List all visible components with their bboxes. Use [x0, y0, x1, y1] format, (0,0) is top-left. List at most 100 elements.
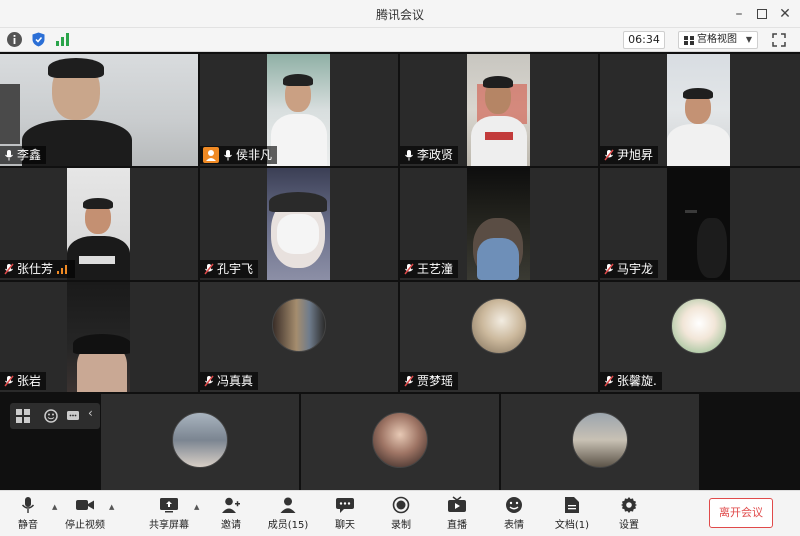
- microphone-muted-icon: [404, 263, 414, 275]
- layout-icon[interactable]: [16, 409, 30, 423]
- docs-button[interactable]: 文档(1): [551, 493, 593, 535]
- stop-video-label: 停止视频: [65, 520, 105, 531]
- info-icon: [7, 32, 22, 47]
- settings-label: 设置: [619, 520, 639, 531]
- participant-name: 孔宇飞: [217, 262, 254, 276]
- participant-name-tag: 孔宇飞: [200, 260, 259, 278]
- participant-name-tag: 尹旭昇: [600, 146, 659, 164]
- avatar: [671, 298, 727, 354]
- participant-name-tag: 李政贤: [400, 146, 459, 164]
- meeting-window: 腾讯会议 – ✕ 06:34 宫格视图 ▼ 李鑫 侯非凡 李政贤 尹旭昇 张仕芳…: [0, 0, 800, 536]
- participant-name: 张岩: [17, 374, 42, 388]
- emoji-icon: [506, 497, 522, 513]
- microphone-muted-icon: [404, 375, 414, 387]
- share-screen-button[interactable]: 共享屏幕: [148, 493, 190, 535]
- layout-controls: ‹: [10, 403, 100, 429]
- stop-video-button[interactable]: 停止视频: [64, 493, 106, 535]
- video-tile[interactable]: 张仕芳: [0, 168, 198, 280]
- title-bar: 腾讯会议 – ✕: [0, 0, 800, 28]
- invite-button[interactable]: 邀请: [214, 493, 248, 535]
- participant-name-tag: 王艺潼: [400, 260, 459, 278]
- participant-name: 李政贤: [417, 148, 454, 162]
- signal-icon: [56, 33, 69, 46]
- live-button[interactable]: 直播: [440, 493, 474, 535]
- chevron-up-icon[interactable]: ▲: [109, 503, 114, 511]
- participant-name-tag: 张岩: [0, 372, 47, 390]
- meeting-timer: 06:34: [623, 31, 665, 49]
- video-tile[interactable]: 张馨旋.: [600, 282, 800, 392]
- info-bar: 06:34 宫格视图 ▼: [0, 28, 800, 52]
- reactions-button[interactable]: 表情: [497, 493, 531, 535]
- participant-name: 贾梦瑶: [417, 374, 454, 388]
- chat-button[interactable]: 聊天: [328, 493, 362, 535]
- docs-label: 文档(1): [554, 520, 590, 531]
- chevron-left-icon[interactable]: ‹: [88, 406, 93, 420]
- bottom-toolbar: 静音 ▲ 停止视频 ▲ 共享屏幕 ▲ 邀请 成员(15) 聊天 录制 直播 表情…: [0, 490, 800, 536]
- participant-name-tag: 冯真真: [200, 372, 259, 390]
- maximize-button[interactable]: [751, 4, 773, 24]
- meeting-info-button[interactable]: [6, 31, 23, 48]
- minimize-button[interactable]: –: [728, 4, 750, 24]
- invite-label: 邀请: [221, 520, 241, 531]
- network-status-button[interactable]: [54, 31, 71, 48]
- record-icon: [392, 496, 410, 514]
- record-button[interactable]: 录制: [384, 493, 418, 535]
- emoji-icon[interactable]: [44, 409, 58, 423]
- reactions-label: 表情: [504, 520, 524, 531]
- video-tile[interactable]: 李政贤: [400, 54, 598, 166]
- participant-name-tag: 李鑫: [0, 146, 47, 164]
- video-tile[interactable]: 李鑫: [0, 54, 198, 166]
- microphone-icon: [224, 150, 232, 161]
- settings-button[interactable]: 设置: [612, 493, 646, 535]
- grid-view-icon: [684, 36, 694, 45]
- chevron-up-icon[interactable]: ▲: [52, 503, 57, 511]
- video-tile[interactable]: 尹旭昇: [600, 54, 800, 166]
- microphone-muted-icon: [604, 375, 614, 387]
- microphone-muted-icon: [4, 375, 14, 387]
- avatar: [471, 298, 527, 354]
- mute-button[interactable]: 静音: [10, 493, 46, 535]
- video-tile[interactable]: 侯非凡: [200, 54, 398, 166]
- participant-name: 张馨旋.: [617, 374, 657, 388]
- document-icon: [565, 497, 579, 513]
- video-tile[interactable]: 王艺潼: [400, 168, 598, 280]
- video-feed: [467, 168, 530, 280]
- video-feed: [267, 168, 330, 280]
- avatar: [172, 412, 228, 468]
- avatar: [372, 412, 428, 468]
- fullscreen-button[interactable]: [771, 32, 787, 48]
- mute-label: 静音: [18, 520, 38, 531]
- video-tile[interactable]: [101, 394, 299, 490]
- members-button[interactable]: 成员(15): [266, 493, 310, 535]
- microphone-icon: [405, 150, 413, 161]
- video-tile[interactable]: 贾梦瑶: [400, 282, 598, 392]
- view-mode-dropdown[interactable]: 宫格视图 ▼: [678, 31, 758, 49]
- shield-icon: [32, 32, 45, 47]
- chat-bubble-icon[interactable]: [66, 409, 80, 423]
- participant-name-tag: 张馨旋.: [600, 372, 662, 390]
- video-grid: 李鑫 侯非凡 李政贤 尹旭昇 张仕芳 孔宇飞 王艺潼 马宇龙 张岩 冯真真 贾梦…: [0, 52, 800, 490]
- view-mode-label: 宫格视图: [697, 34, 737, 45]
- chevron-down-icon: ▼: [745, 35, 752, 44]
- chevron-up-icon[interactable]: ▲: [194, 503, 199, 511]
- avatar: [572, 412, 628, 468]
- security-button[interactable]: [30, 31, 47, 48]
- video-feed: [667, 168, 730, 280]
- leave-meeting-button[interactable]: 离开会议: [709, 498, 773, 528]
- video-tile[interactable]: 马宇龙: [600, 168, 800, 280]
- microphone-muted-icon: [204, 375, 214, 387]
- participant-name-tag: 张仕芳: [0, 260, 76, 278]
- video-tile[interactable]: 冯真真: [200, 282, 398, 392]
- microphone-muted-icon: [604, 149, 614, 161]
- participant-name: 马宇龙: [617, 262, 654, 276]
- close-button[interactable]: ✕: [774, 4, 796, 24]
- video-tile[interactable]: [501, 394, 699, 490]
- video-feed: [467, 54, 530, 166]
- video-tile[interactable]: [301, 394, 499, 490]
- host-icon: [203, 147, 219, 163]
- user-icon: [280, 497, 296, 513]
- participant-name-tag: 马宇龙: [600, 260, 659, 278]
- video-tile[interactable]: 孔宇飞: [200, 168, 398, 280]
- participant-name: 冯真真: [217, 374, 254, 388]
- video-tile[interactable]: 张岩: [0, 282, 198, 392]
